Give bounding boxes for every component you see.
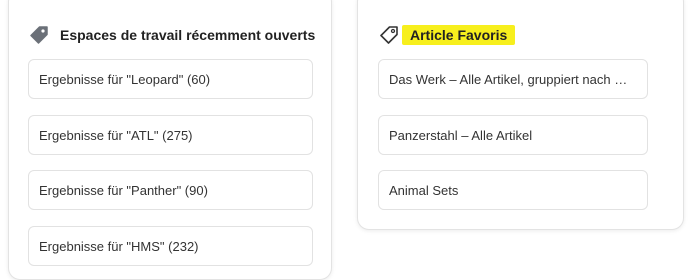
favorite-article-item[interactable]: Animal Sets <box>378 170 648 210</box>
tag-icon <box>28 24 50 46</box>
favorite-articles-title: Article Favoris <box>402 25 516 45</box>
recent-workspace-label: Ergebnisse für "Leopard" (60) <box>39 71 211 87</box>
favorite-article-label: Panzerstahl – Alle Artikel <box>389 127 533 143</box>
favorite-articles-header: Article Favoris <box>378 23 516 47</box>
recent-workspace-item[interactable]: Ergebnisse für "Leopard" (60) <box>28 59 313 99</box>
favorite-article-label: Animal Sets <box>389 182 459 198</box>
recent-workspace-item[interactable]: Ergebnisse für "ATL" (275) <box>28 115 313 155</box>
favorite-articles-card: Article Favoris Das Werk – Alle Artikel,… <box>357 0 684 230</box>
recent-workspaces-header: Espaces de travail récemment ouverts <box>28 23 315 47</box>
favorite-article-item[interactable]: Panzerstahl – Alle Artikel <box>378 115 648 155</box>
recent-workspace-label: Ergebnisse für "HMS" (232) <box>39 238 199 254</box>
favorite-article-item[interactable]: Das Werk – Alle Artikel, gruppiert nach … <box>378 59 648 99</box>
recent-workspace-item[interactable]: Ergebnisse für "Panther" (90) <box>28 170 313 210</box>
favorite-article-label: Das Werk – Alle Artikel, gruppiert nach … <box>389 71 637 87</box>
recent-workspace-label: Ergebnisse für "ATL" (275) <box>39 127 193 143</box>
recent-workspace-item[interactable]: Ergebnisse für "HMS" (232) <box>28 226 313 266</box>
recent-workspaces-card: Espaces de travail récemment ouverts Erg… <box>8 0 332 280</box>
tag-outline-icon <box>378 24 400 46</box>
recent-workspaces-title: Espaces de travail récemment ouverts <box>60 27 316 43</box>
recent-workspace-label: Ergebnisse für "Panther" (90) <box>39 182 208 198</box>
